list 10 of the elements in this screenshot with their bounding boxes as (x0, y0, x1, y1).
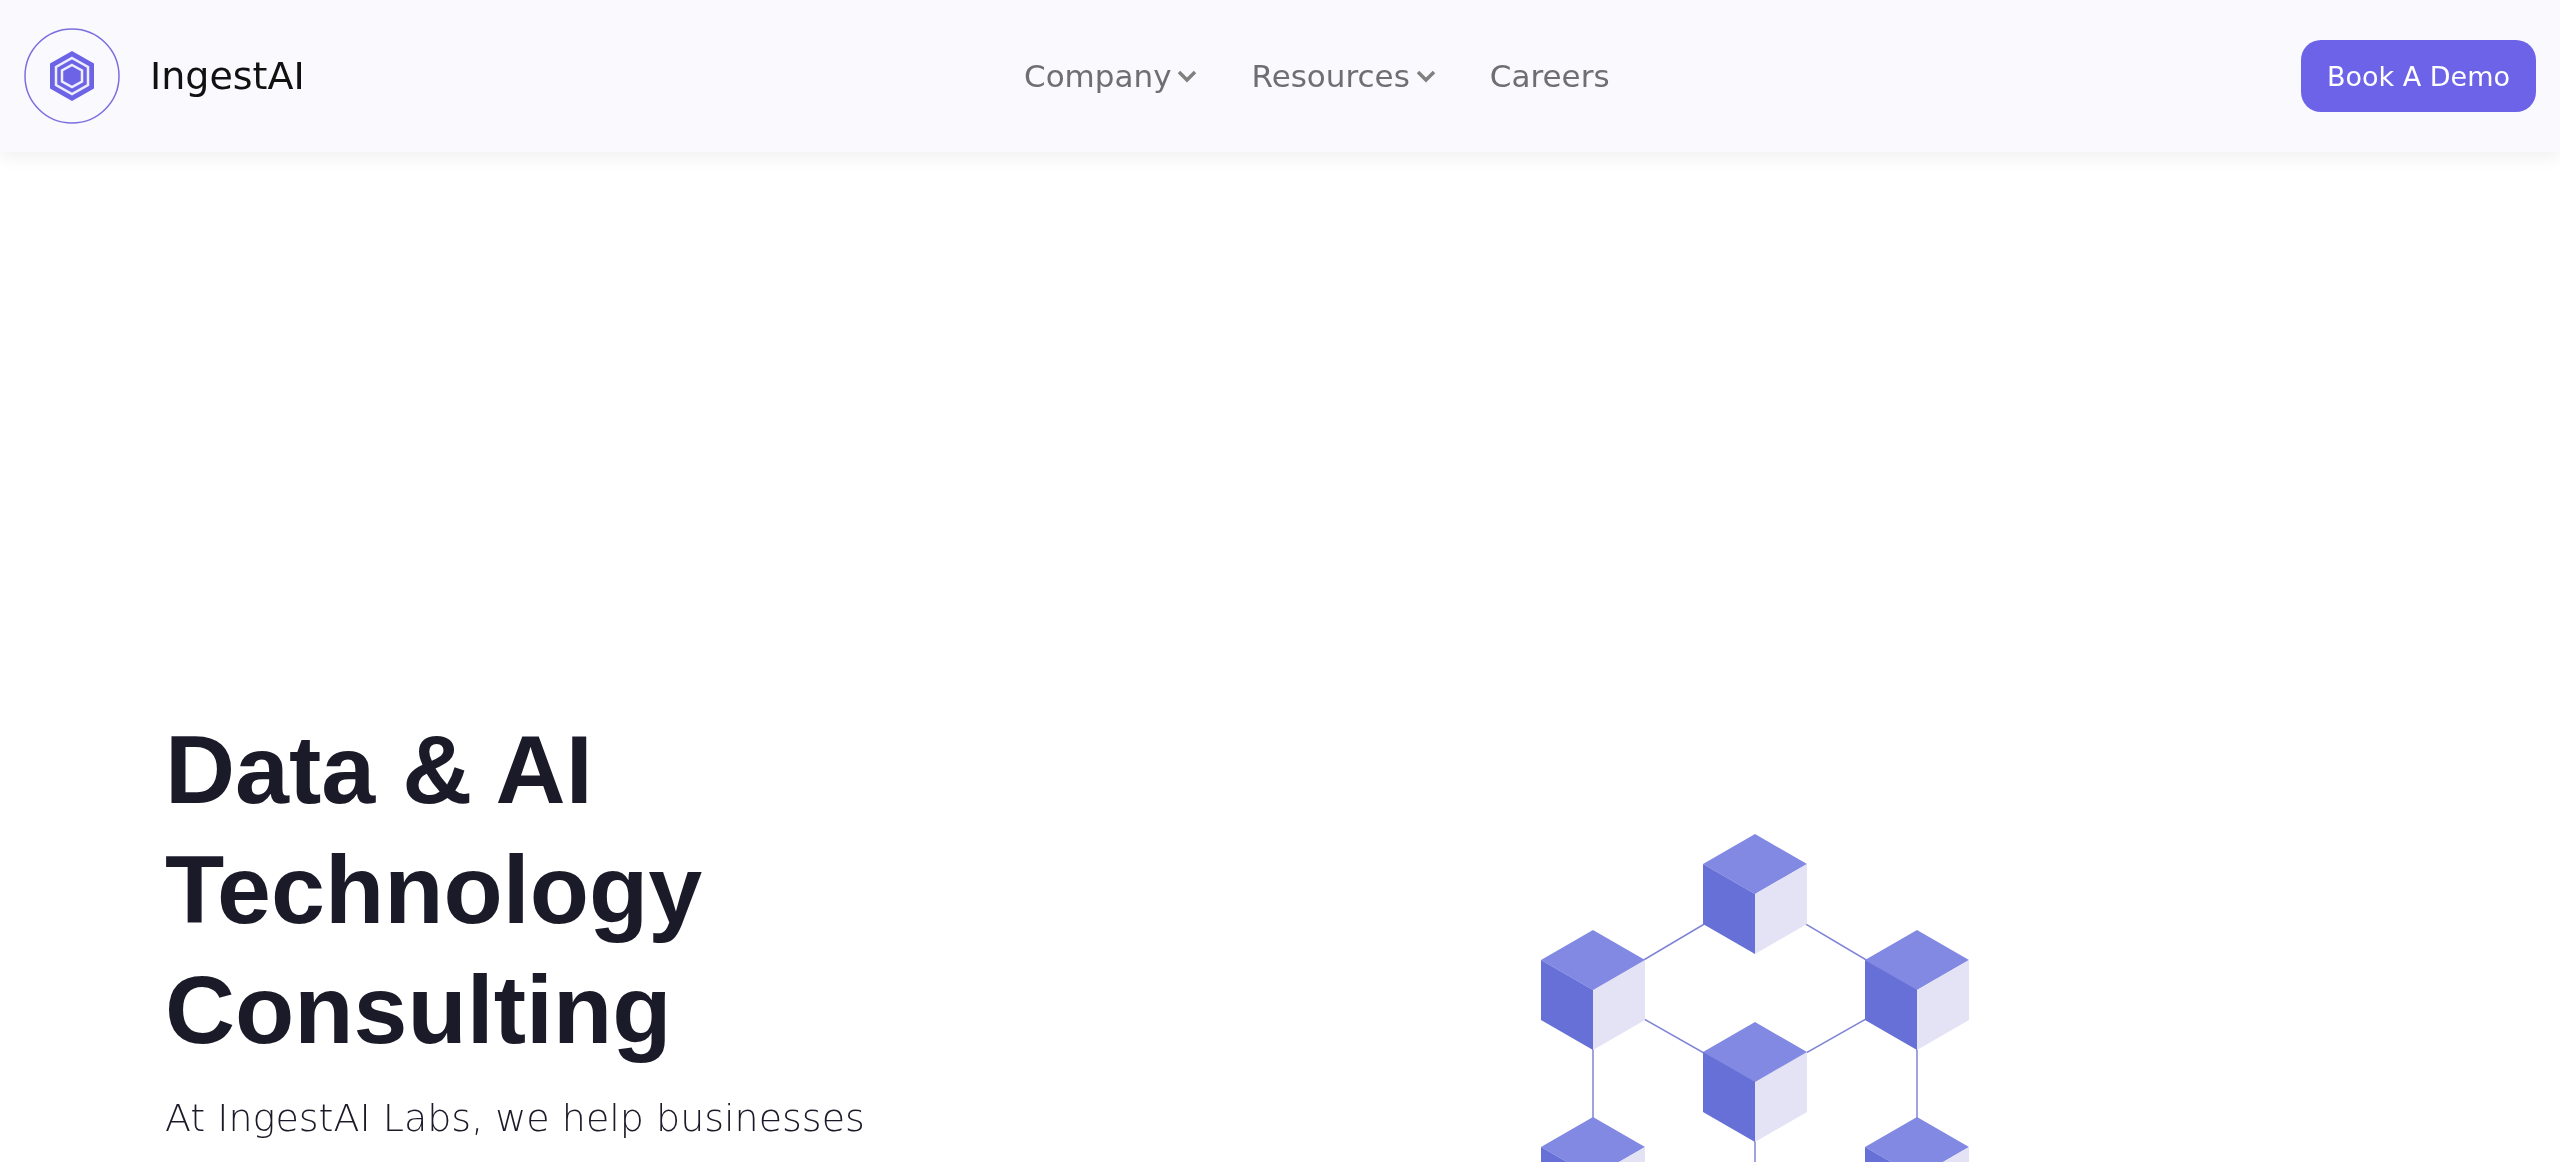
hexagon-logo-icon[interactable] (24, 28, 120, 124)
nav-link[interactable]: Careers (1489, 58, 1610, 94)
nav-link[interactable]: Resources (1251, 58, 1436, 94)
chevron-down-icon (1415, 69, 1436, 83)
brand-name[interactable]: IngestAI (150, 54, 305, 98)
chevron-down-icon (1177, 69, 1198, 83)
book-demo-button[interactable]: Book A Demo (2300, 40, 2536, 112)
hero-subtitle: At IngestAI Labs, we help businesses (165, 1096, 866, 1140)
nav-link[interactable]: Company (1024, 58, 1198, 94)
hero-heading: Data & AI Technology Consulting (165, 714, 704, 1066)
